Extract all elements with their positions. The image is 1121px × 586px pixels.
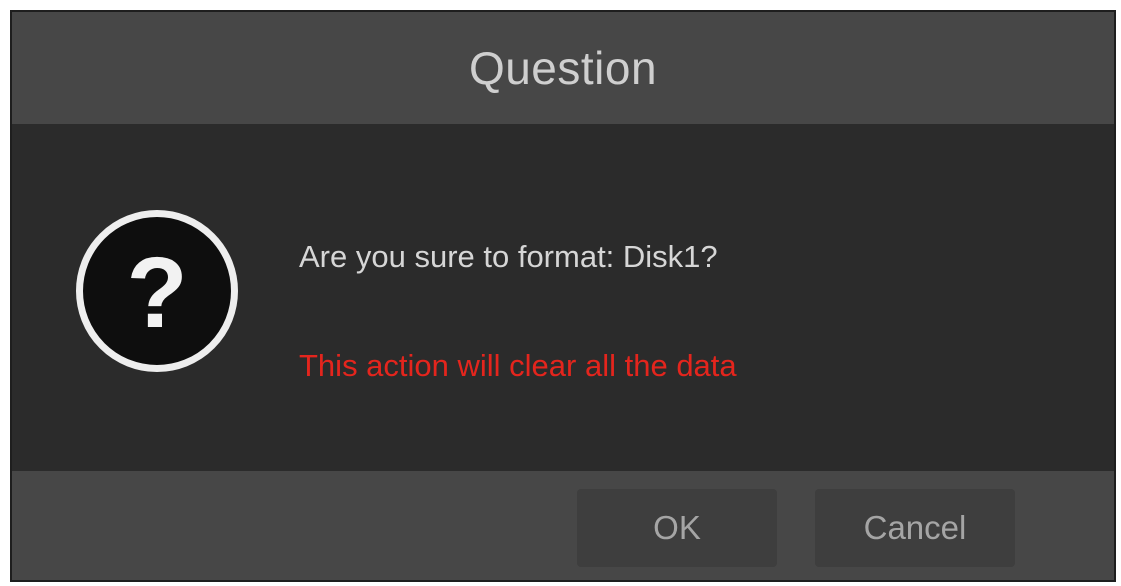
dialog-body: ? Are you sure to format: Disk1? This ac… [12, 124, 1114, 471]
question-dialog: Question ? Are you sure to format: Disk1… [10, 10, 1116, 582]
question-icon: ? [76, 210, 238, 372]
ok-button[interactable]: OK [577, 489, 777, 567]
dialog-title: Question [468, 42, 658, 94]
warning-message: This action will clear all the data [299, 348, 737, 383]
confirm-message: Are you sure to format: Disk1? [299, 239, 718, 274]
dialog-footer: OK Cancel [12, 471, 1114, 580]
dialog-title-bar: Question [12, 12, 1114, 124]
cancel-button[interactable]: Cancel [815, 489, 1015, 567]
